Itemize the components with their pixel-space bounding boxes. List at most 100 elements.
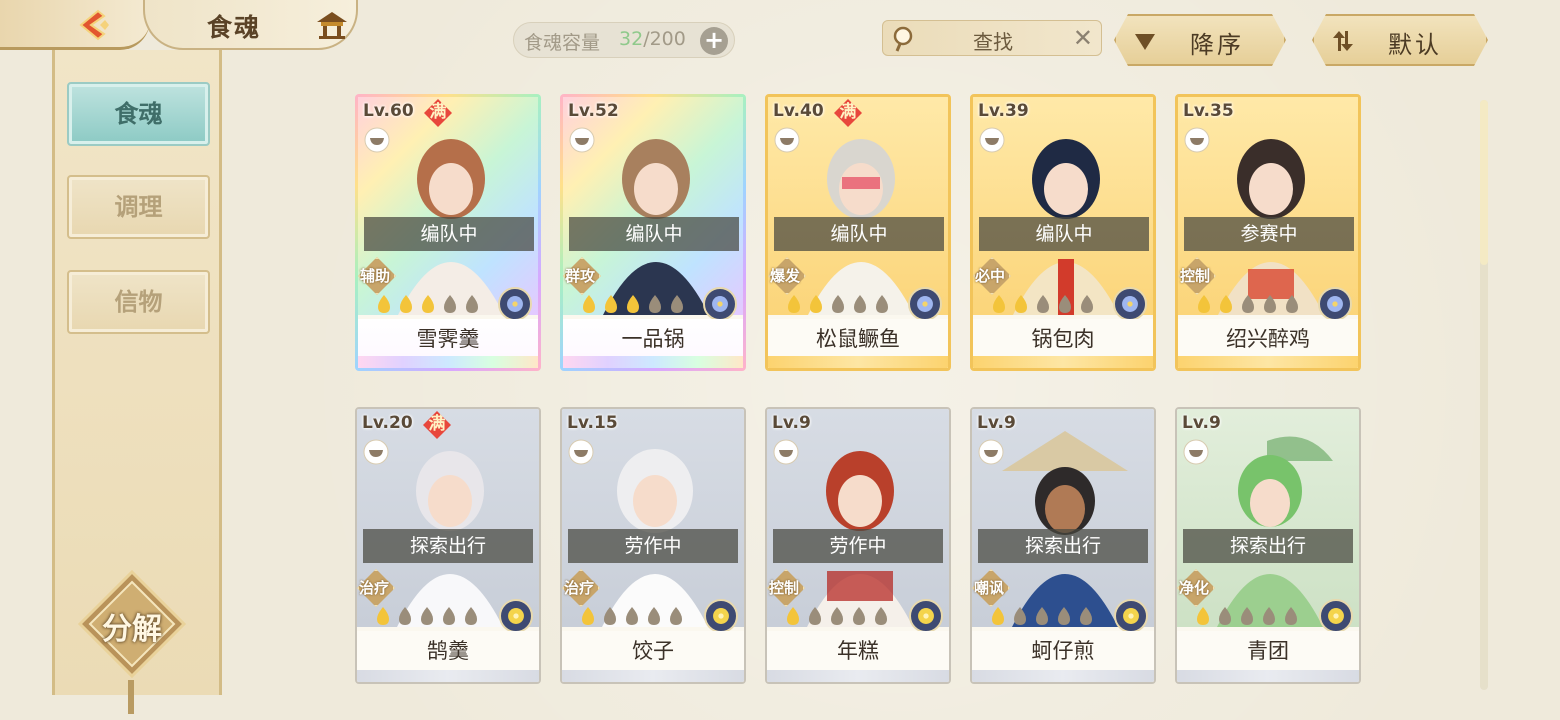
flame-unlit-icon — [1263, 607, 1275, 625]
role-label: 治疗 — [564, 579, 595, 597]
role-label: 嘲讽 — [974, 579, 1005, 597]
tab-tokens[interactable]: 信物 — [67, 270, 210, 334]
pavilion-icon[interactable] — [315, 10, 349, 40]
status-band: 编队中 — [979, 217, 1149, 251]
flame-unlit-icon — [626, 607, 638, 625]
food-soul-card[interactable]: Lv.60 满 编队中 辅助 雪霁羹 — [355, 94, 541, 371]
scrollbar[interactable] — [1480, 100, 1488, 690]
back-arrow-icon — [79, 9, 109, 41]
flame-unlit-icon — [875, 607, 887, 625]
card-foot — [357, 670, 539, 682]
star-flames — [783, 605, 892, 627]
role-label: 控制 — [1180, 267, 1211, 285]
flame-unlit-icon — [444, 295, 456, 313]
decompose-button[interactable]: 分解 — [77, 569, 187, 679]
food-soul-card[interactable]: Lv.40 满 编队中 爆发 松鼠鳜鱼 — [765, 94, 951, 371]
search-box[interactable]: 查找 ✕ — [882, 20, 1102, 56]
yellow-flower-element-icon — [704, 599, 738, 633]
scrollbar-thumb[interactable] — [1480, 100, 1488, 265]
flame-lit-icon — [400, 295, 412, 313]
flame-lit-icon — [787, 607, 799, 625]
status-band: 编队中 — [569, 217, 739, 251]
flame-lit-icon — [992, 607, 1004, 625]
tab-cultivation[interactable]: 调理 — [67, 175, 210, 239]
role-label: 控制 — [769, 579, 800, 597]
back-button[interactable] — [0, 0, 150, 50]
flame-unlit-icon — [648, 607, 660, 625]
search-icon — [893, 26, 913, 52]
flame-lit-icon — [788, 295, 800, 313]
card-foot — [358, 356, 538, 368]
card-foot — [973, 356, 1153, 368]
blue-flower-element-icon — [1318, 287, 1352, 321]
sort-order-button[interactable]: 降序 — [1114, 14, 1286, 66]
capacity-current: 32 — [619, 28, 644, 50]
flame-unlit-icon — [1037, 295, 1049, 313]
bowl-icon — [978, 439, 1004, 465]
level-label: Lv.9 — [772, 413, 811, 433]
food-soul-card[interactable]: Lv.35 参赛中 控制 绍兴醉鸡 — [1175, 94, 1361, 371]
food-soul-card[interactable]: Lv.15 劳作中 治疗 饺子 — [560, 407, 746, 684]
tab-cultivation-label: 调理 — [114, 192, 163, 221]
flame-unlit-icon — [1059, 295, 1071, 313]
flame-unlit-icon — [443, 607, 455, 625]
capacity-total: /200 — [643, 28, 686, 50]
capacity-count: 32/200 — [619, 28, 686, 50]
clear-icon[interactable]: ✕ — [1073, 24, 1093, 52]
food-soul-card[interactable]: Lv.52 编队中 群攻 一品锅 — [560, 94, 746, 371]
flame-unlit-icon — [1285, 607, 1297, 625]
yellow-flower-element-icon — [499, 599, 533, 633]
level-label: Lv.52 — [568, 101, 619, 121]
flame-unlit-icon — [1036, 607, 1048, 625]
flame-unlit-icon — [831, 607, 843, 625]
bowl-icon — [363, 439, 389, 465]
sort-mode-button[interactable]: 默认 — [1312, 14, 1488, 66]
role-label: 治疗 — [359, 579, 390, 597]
sort-order-label: 降序 — [1190, 31, 1244, 59]
card-foot — [767, 670, 949, 682]
level-label: Lv.60 — [363, 101, 414, 121]
role-label: 辅助 — [360, 267, 391, 285]
add-capacity-button[interactable]: + — [700, 27, 728, 55]
food-soul-card[interactable]: Lv.9 劳作中 控制 年糕 — [765, 407, 951, 684]
flame-lit-icon — [377, 607, 389, 625]
flame-lit-icon — [605, 295, 617, 313]
flame-unlit-icon — [832, 295, 844, 313]
food-soul-card[interactable]: Lv.9 探索出行 净化 青团 — [1175, 407, 1361, 684]
tab-tokens-label: 信物 — [114, 287, 163, 316]
tab-food-souls-label: 食魂 — [114, 99, 163, 128]
page-title-plate: 食魂 — [143, 0, 358, 50]
flame-lit-icon — [1197, 607, 1209, 625]
star-flames — [373, 605, 482, 627]
flame-unlit-icon — [649, 295, 661, 313]
flame-unlit-icon — [1219, 607, 1231, 625]
flame-lit-icon — [627, 295, 639, 313]
flame-unlit-icon — [465, 607, 477, 625]
level-label: Lv.20 — [362, 413, 413, 433]
tab-food-souls[interactable]: 食魂 — [67, 82, 210, 146]
flame-unlit-icon — [670, 607, 682, 625]
flame-unlit-icon — [671, 295, 683, 313]
flame-lit-icon — [993, 295, 1005, 313]
bowl-icon — [364, 127, 390, 153]
page-title: 食魂 — [207, 13, 262, 42]
search-input[interactable]: 查找 — [973, 26, 1013, 55]
bowl-icon — [1184, 127, 1210, 153]
flame-unlit-icon — [1242, 295, 1254, 313]
card-foot — [768, 356, 948, 368]
food-soul-card[interactable]: Lv.9 探索出行 嘲讽 蚵仔煎 — [970, 407, 1156, 684]
flame-lit-icon — [378, 295, 390, 313]
food-soul-card[interactable]: Lv.39 编队中 必中 锅包肉 — [970, 94, 1156, 371]
flame-lit-icon — [1015, 295, 1027, 313]
flame-unlit-icon — [853, 607, 865, 625]
bowl-icon — [979, 127, 1005, 153]
status-band: 探索出行 — [1183, 529, 1353, 563]
bowl-icon — [568, 439, 594, 465]
star-flames — [578, 605, 687, 627]
star-flames — [988, 605, 1097, 627]
star-flames — [989, 293, 1098, 315]
yellow-flower-element-icon — [1114, 599, 1148, 633]
food-soul-card[interactable]: Lv.20 满 探索出行 治疗 鹄羹 — [355, 407, 541, 684]
flame-lit-icon — [583, 295, 595, 313]
level-label: Lv.15 — [567, 413, 618, 433]
